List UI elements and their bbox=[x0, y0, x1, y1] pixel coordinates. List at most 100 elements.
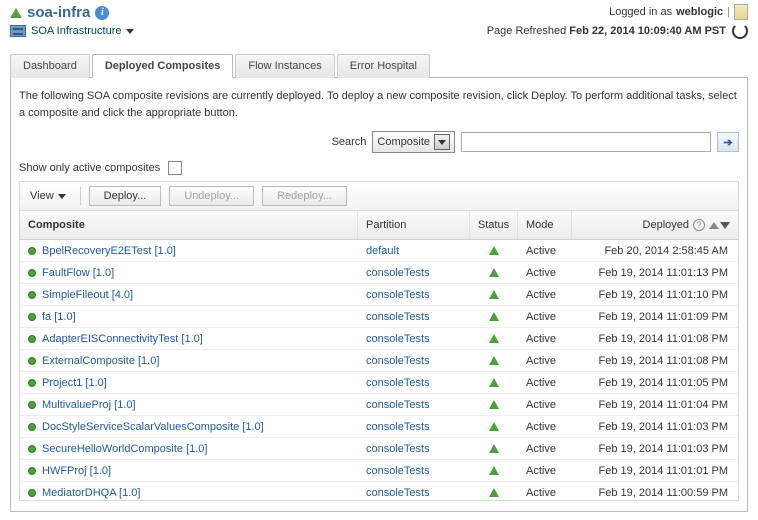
info-icon[interactable]: i bbox=[95, 6, 109, 20]
partition-link[interactable]: consoleTests bbox=[358, 377, 470, 389]
composite-link[interactable]: SecureHelloWorldComposite [1.0] bbox=[42, 443, 207, 455]
composite-link[interactable]: MediatorDHQA [1.0] bbox=[42, 487, 140, 499]
composite-link[interactable]: FaultFlow [1.0] bbox=[42, 267, 114, 279]
search-type-select[interactable]: Composite bbox=[372, 131, 455, 153]
status-up-icon bbox=[489, 378, 499, 387]
partition-link[interactable]: consoleTests bbox=[358, 465, 470, 477]
status-up-icon bbox=[489, 312, 499, 321]
partition-link[interactable]: default bbox=[358, 245, 470, 257]
tabs: Dashboard Deployed Composites Flow Insta… bbox=[10, 53, 748, 78]
partition-link[interactable]: consoleTests bbox=[358, 399, 470, 411]
table-row[interactable]: SecureHelloWorldComposite [1.0] consoleTe… bbox=[20, 438, 738, 460]
mode-value: Active bbox=[518, 421, 572, 433]
search-go-button[interactable]: ➔ bbox=[717, 132, 739, 152]
search-label: Search bbox=[332, 136, 367, 148]
chevron-down-icon bbox=[438, 140, 446, 145]
status-up-icon bbox=[489, 444, 499, 453]
deployed-value: Feb 19, 2014 11:01:08 PM bbox=[572, 355, 738, 367]
table-row[interactable]: MediatorDHQA [1.0] consoleTests ActiveFeb … bbox=[20, 482, 738, 500]
partition-link[interactable]: consoleTests bbox=[358, 333, 470, 345]
table-row[interactable]: fa [1.0] consoleTests ActiveFeb 19, 2014 1… bbox=[20, 306, 738, 328]
mode-value: Active bbox=[518, 465, 572, 477]
login-user: weblogic bbox=[676, 6, 723, 18]
mode-value: Active bbox=[518, 245, 572, 257]
deploy-button[interactable]: Deploy... bbox=[89, 186, 162, 206]
composite-link[interactable]: MultivalueProj [1.0] bbox=[42, 399, 136, 411]
table-row[interactable]: MultivalueProj [1.0]consoleTestsActiveFe… bbox=[20, 394, 738, 416]
status-up-icon bbox=[489, 422, 499, 431]
table-row[interactable]: DocStyleServiceScalarValuesComposite [1.… bbox=[20, 416, 738, 438]
deployed-value: Feb 19, 2014 11:01:04 PM bbox=[572, 399, 738, 411]
partition-link[interactable]: consoleTests bbox=[358, 443, 470, 455]
status-dot-icon bbox=[28, 269, 36, 277]
composite-link[interactable]: SimpleFileout [4.0] bbox=[42, 289, 133, 301]
mode-value: Active bbox=[518, 311, 572, 323]
deployed-value: Feb 20, 2014 2:58:45 AM bbox=[572, 245, 738, 257]
status-dot-icon bbox=[28, 467, 36, 475]
deployed-value: Feb 19, 2014 11:01:09 PM bbox=[572, 311, 738, 323]
table-row[interactable]: FaultFlow [1.0] consoleTests ActiveFeb 19,… bbox=[20, 262, 738, 284]
table-row[interactable]: AdapterEISConnectivityTest [1.0] consoleT… bbox=[20, 328, 738, 350]
filter-label: Show only active composites bbox=[19, 162, 160, 174]
view-menu[interactable]: View bbox=[24, 188, 72, 204]
infra-icon bbox=[10, 25, 26, 37]
mode-value: Active bbox=[518, 487, 572, 499]
help-icon[interactable]: ? bbox=[693, 219, 705, 231]
status-dot-icon bbox=[28, 291, 36, 299]
separator bbox=[80, 187, 81, 205]
deployed-value: Feb 19, 2014 11:00:59 PM bbox=[572, 487, 738, 499]
deployed-value: Feb 19, 2014 11:01:03 PM bbox=[572, 443, 738, 455]
status-up-icon bbox=[10, 8, 22, 18]
table-row[interactable]: SimpleFileout [4.0]consoleTestsActiveFeb… bbox=[20, 284, 738, 306]
tab-error-hospital[interactable]: Error Hospital bbox=[337, 54, 430, 78]
deployed-value: Feb 19, 2014 11:01:05 PM bbox=[572, 377, 738, 389]
status-dot-icon bbox=[28, 401, 36, 409]
col-partition[interactable]: Partition bbox=[358, 211, 470, 239]
mode-value: Active bbox=[518, 443, 572, 455]
status-dot-icon bbox=[28, 335, 36, 343]
partition-link[interactable]: consoleTests bbox=[358, 267, 470, 279]
col-deployed[interactable]: Deployed ? bbox=[572, 211, 738, 239]
partition-link[interactable]: consoleTests bbox=[358, 311, 470, 323]
table-row[interactable]: HWFProj [1.0]consoleTestsActiveFeb 19, 2… bbox=[20, 460, 738, 482]
infra-menu[interactable]: SOA Infrastructure bbox=[10, 25, 134, 37]
deployed-value: Feb 19, 2014 11:01:13 PM bbox=[572, 267, 738, 279]
mode-value: Active bbox=[518, 289, 572, 301]
composite-link[interactable]: BpelRecoveryE2ETest [1.0] bbox=[42, 245, 176, 257]
tab-flow-instances[interactable]: Flow Instances bbox=[235, 54, 334, 78]
composite-link[interactable]: AdapterEISConnectivityTest [1.0] bbox=[42, 333, 203, 345]
mode-value: Active bbox=[518, 333, 572, 345]
composite-link[interactable]: Project1 [1.0] bbox=[42, 377, 107, 389]
col-composite[interactable]: Composite bbox=[20, 211, 358, 239]
composite-link[interactable]: ExternalComposite [1.0] bbox=[42, 355, 159, 367]
table-row[interactable]: ExternalComposite [1.0]consoleTestsActiv… bbox=[20, 350, 738, 372]
table-row[interactable]: Project1 [1.0]consoleTestsActiveFeb 19, … bbox=[20, 372, 738, 394]
status-up-icon bbox=[489, 290, 499, 299]
partition-link[interactable]: consoleTests bbox=[358, 421, 470, 433]
undeploy-button[interactable]: Undeploy... bbox=[169, 186, 254, 206]
col-status[interactable]: Status bbox=[470, 211, 518, 239]
status-up-icon bbox=[489, 268, 499, 277]
composite-link[interactable]: HWFProj [1.0] bbox=[42, 465, 111, 477]
refresh-label: Page Refreshed Feb 22, 2014 10:09:40 AM … bbox=[487, 25, 726, 37]
refresh-icon[interactable] bbox=[732, 23, 748, 39]
partition-link[interactable]: consoleTests bbox=[358, 289, 470, 301]
composite-link[interactable]: DocStyleServiceScalarValuesComposite [1.… bbox=[42, 421, 264, 433]
status-dot-icon bbox=[28, 423, 36, 431]
col-mode[interactable]: Mode bbox=[518, 211, 572, 239]
sort-icons[interactable] bbox=[709, 222, 730, 229]
composite-link[interactable]: fa [1.0] bbox=[42, 311, 76, 323]
tab-deployed-composites[interactable]: Deployed Composites bbox=[92, 54, 234, 78]
partition-link[interactable]: consoleTests bbox=[358, 487, 470, 499]
chevron-down-icon bbox=[58, 194, 66, 199]
mode-value: Active bbox=[518, 267, 572, 279]
note-icon[interactable] bbox=[734, 4, 748, 20]
tab-dashboard[interactable]: Dashboard bbox=[10, 54, 90, 78]
search-input[interactable] bbox=[461, 132, 711, 152]
table-row[interactable]: BpelRecoveryE2ETest [1.0] default ActiveFe… bbox=[20, 240, 738, 262]
redeploy-button[interactable]: Redeploy... bbox=[262, 186, 347, 206]
partition-link[interactable]: consoleTests bbox=[358, 355, 470, 367]
active-only-checkbox[interactable] bbox=[168, 161, 182, 175]
status-up-icon bbox=[489, 334, 499, 343]
status-up-icon bbox=[489, 246, 499, 255]
